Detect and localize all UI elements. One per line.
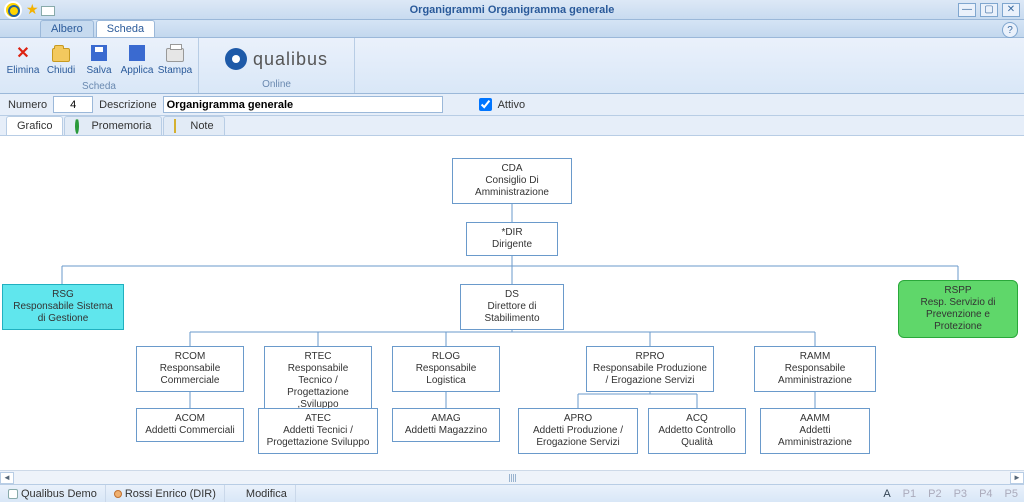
node-rpro[interactable]: RPROResponsabile Produzione / Erogazione… xyxy=(586,346,714,392)
stampa-button[interactable]: Stampa xyxy=(158,40,192,76)
descrizione-label: Descrizione xyxy=(99,99,156,111)
help-button[interactable]: ? xyxy=(1002,22,1018,38)
form-row: Numero Descrizione Attivo xyxy=(0,94,1024,116)
numero-label: Numero xyxy=(8,99,47,111)
node-rcom[interactable]: RCOMResponsabile Commerciale xyxy=(136,346,244,392)
chiudi-button[interactable]: Chiudi xyxy=(44,40,78,76)
status-p3[interactable]: P3 xyxy=(948,488,973,500)
user-icon xyxy=(114,490,122,498)
attivo-label: Attivo xyxy=(498,99,526,111)
status-demo[interactable]: Qualibus Demo xyxy=(0,485,106,502)
node-dir[interactable]: *DIRDirigente xyxy=(466,222,558,256)
folder-icon xyxy=(50,42,72,64)
db-icon xyxy=(8,489,18,499)
ribbon: ✕Elimina Chiudi Salva Applica Stampa Sch… xyxy=(0,38,1024,94)
app-logo-icon xyxy=(4,1,22,19)
node-amag[interactable]: AMAGAddetti Magazzino xyxy=(392,408,500,442)
salva-button[interactable]: Salva xyxy=(82,40,116,76)
attivo-checkbox[interactable] xyxy=(479,98,492,111)
node-cda[interactable]: CDAConsiglio Di Amministrazione xyxy=(452,158,572,204)
close-window-button[interactable]: ✕ xyxy=(1002,3,1020,17)
qualibus-logo-icon xyxy=(225,48,247,70)
status-mode[interactable]: Modifica xyxy=(225,485,296,502)
status-a[interactable]: A xyxy=(877,488,896,500)
node-aamm[interactable]: AAMMAddetti Amministrazione xyxy=(760,408,870,454)
note-icon xyxy=(174,120,186,132)
mail-icon[interactable] xyxy=(41,6,55,16)
title-bar: ★ Organigrammi Organigramma generale — ▢… xyxy=(0,0,1024,20)
status-p4[interactable]: P4 xyxy=(973,488,998,500)
status-bar: Qualibus Demo Rossi Enrico (DIR) Modific… xyxy=(0,484,1024,502)
qualibus-online-button[interactable]: qualibus xyxy=(205,40,348,78)
delete-icon: ✕ xyxy=(12,42,34,64)
maximize-button[interactable]: ▢ xyxy=(980,3,998,17)
node-rspp[interactable]: RSPPResp. Servizio di Prevenzione e Prot… xyxy=(898,280,1018,338)
status-p5[interactable]: P5 xyxy=(999,488,1024,500)
node-atec[interactable]: ATECAddetti Tecnici / Progettazione Svil… xyxy=(258,408,378,454)
status-p1[interactable]: P1 xyxy=(897,488,922,500)
tab-promemoria[interactable]: Promemoria xyxy=(64,116,162,135)
node-rsg[interactable]: RSGResponsabile Sistema di Gestione xyxy=(2,284,124,330)
tab-grafico[interactable]: Grafico xyxy=(6,116,63,135)
tab-note[interactable]: Note xyxy=(163,116,224,135)
tab-albero[interactable]: Albero xyxy=(40,20,94,37)
node-rtec[interactable]: RTECResponsabile Tecnico / Progettazione… xyxy=(264,346,372,416)
applica-button[interactable]: Applica xyxy=(120,40,154,76)
window-title: Organigrammi Organigramma generale xyxy=(410,4,615,16)
node-acq[interactable]: ACQAddetto Controllo Qualità xyxy=(648,408,746,454)
elimina-button[interactable]: ✕Elimina xyxy=(6,40,40,76)
scroll-left-button[interactable]: ◄ xyxy=(0,472,14,484)
horizontal-scrollbar[interactable]: ◄ ► xyxy=(0,470,1024,484)
ribbon-tabs: Albero Scheda xyxy=(0,20,1024,38)
org-chart-canvas[interactable]: CDAConsiglio Di Amministrazione *DIRDiri… xyxy=(0,136,1024,484)
star-icon[interactable]: ★ xyxy=(26,1,39,18)
status-user[interactable]: Rossi Enrico (DIR) xyxy=(106,485,225,502)
save-icon xyxy=(88,42,110,64)
node-rlog[interactable]: RLOGResponsabile Logistica xyxy=(392,346,500,392)
pencil-icon xyxy=(233,489,243,499)
scroll-right-button[interactable]: ► xyxy=(1010,472,1024,484)
node-ds[interactable]: DSDirettore di Stabilimento xyxy=(460,284,564,330)
print-icon xyxy=(164,42,186,64)
node-ramm[interactable]: RAMMResponsabile Amministrazione xyxy=(754,346,876,392)
node-acom[interactable]: ACOMAddetti Commerciali xyxy=(136,408,244,442)
tab-scheda[interactable]: Scheda xyxy=(96,20,155,37)
numero-field[interactable] xyxy=(53,96,93,113)
ribbon-group-online-label: Online xyxy=(205,78,348,91)
minimize-button[interactable]: — xyxy=(958,3,976,17)
refresh-icon xyxy=(75,120,87,132)
content-tabs: Grafico Promemoria Note xyxy=(0,116,1024,136)
descrizione-field[interactable] xyxy=(163,96,443,113)
ribbon-group-scheda-label: Scheda xyxy=(6,80,192,93)
apply-icon xyxy=(126,42,148,64)
status-p2[interactable]: P2 xyxy=(922,488,947,500)
node-apro[interactable]: APROAddetti Produzione / Erogazione Serv… xyxy=(518,408,638,454)
